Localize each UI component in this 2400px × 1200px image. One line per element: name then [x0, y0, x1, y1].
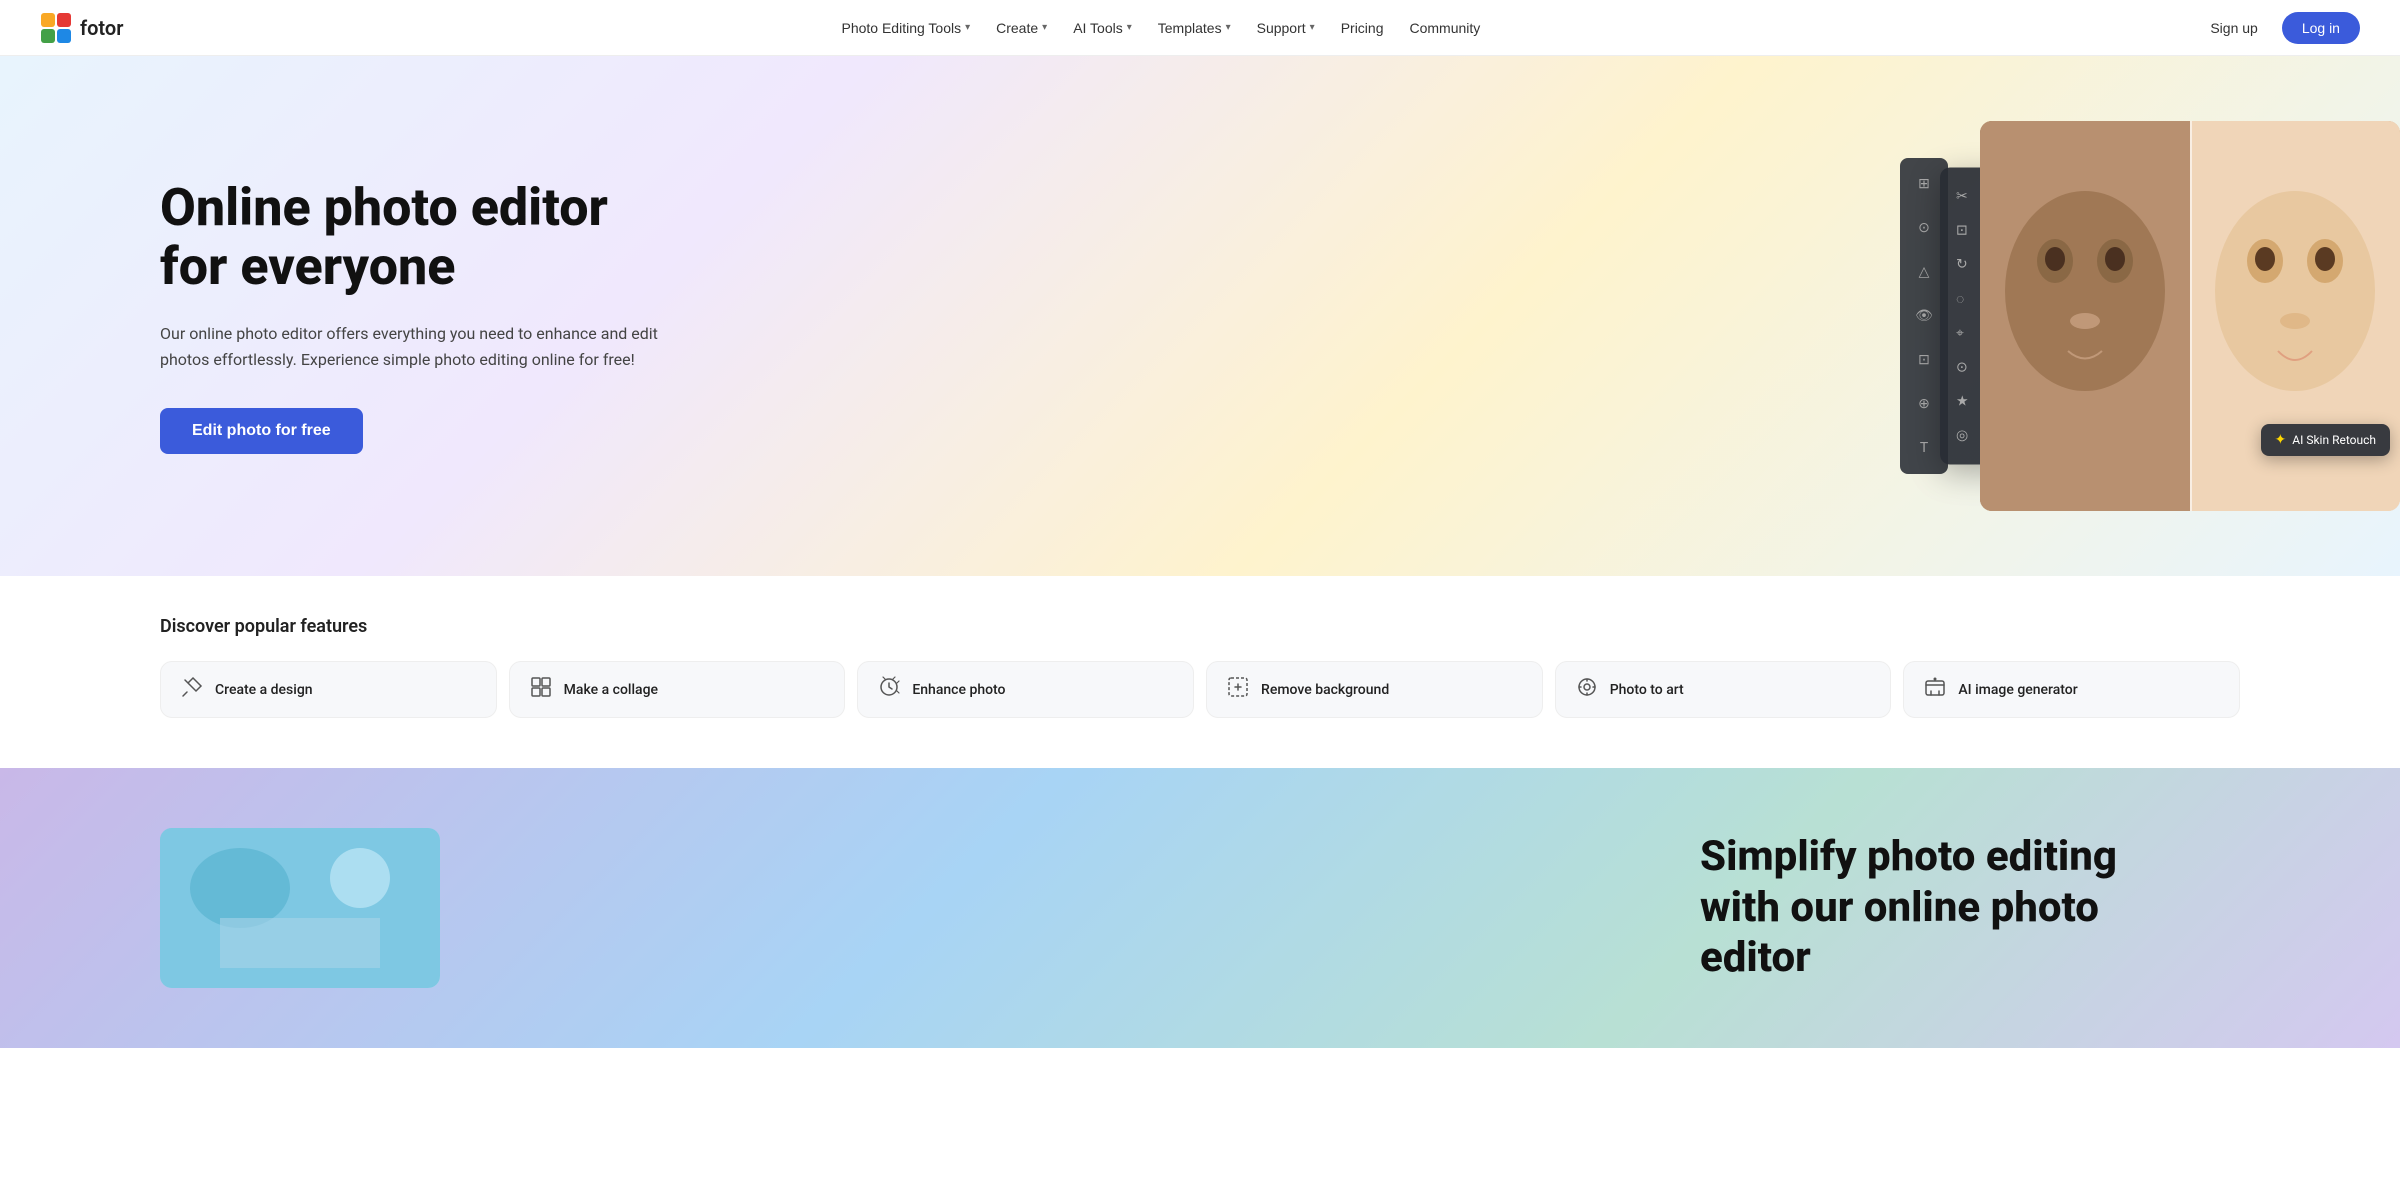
login-button[interactable]: Log in: [2282, 12, 2360, 44]
bottom-text-block: Simplify photo editing with our online p…: [1700, 832, 2200, 983]
hero-section: Online photo editor for everyone Our onl…: [0, 56, 2400, 576]
face-before-svg: [1980, 121, 2190, 511]
features-section: Discover popular features Create a desig…: [0, 576, 2400, 768]
photo-before: [1980, 121, 2190, 511]
nav-ai-tools[interactable]: AI Tools ▾: [1063, 14, 1142, 42]
eye-tool-icon[interactable]: 👁: [1910, 302, 1938, 330]
rotate-icon: ↻: [1956, 257, 1972, 273]
chevron-down-icon: ▾: [1310, 22, 1315, 33]
grid-tool-icon[interactable]: ⊞: [1910, 170, 1938, 198]
logo-text: fotor: [80, 16, 123, 40]
feature-ai-image-generator[interactable]: AI image generator: [1903, 661, 2240, 718]
feature-ai-image-generator-label: AI image generator: [1958, 682, 2077, 698]
resize-icon: ⊡: [1956, 223, 1972, 239]
people-tool-icon[interactable]: ⊕: [1910, 390, 1938, 418]
navbar: fotor Photo Editing Tools ▾ Create ▾ AI …: [0, 0, 2400, 56]
teeth-icon: ⊙: [1956, 360, 1972, 376]
feature-make-collage-label: Make a collage: [564, 682, 658, 698]
shape-tool-icon[interactable]: ⊡: [1910, 346, 1938, 374]
chevron-down-icon: ▾: [1042, 22, 1047, 33]
ai-star-icon: ✦: [2275, 432, 2287, 448]
enhance-photo-icon: [878, 676, 900, 703]
hero-title: Online photo editor for everyone: [160, 178, 660, 298]
text-tool-icon[interactable]: T: [1910, 434, 1938, 462]
feature-create-design-label: Create a design: [215, 682, 313, 698]
effects-icon: ★: [1956, 394, 1972, 410]
blush-icon: ◌: [1956, 291, 1972, 308]
bottom-preview-image: [160, 828, 440, 988]
create-design-icon: [181, 676, 203, 703]
nav-create[interactable]: Create ▾: [986, 14, 1057, 42]
feature-enhance-photo-label: Enhance photo: [912, 682, 1005, 698]
remove-background-icon: [1227, 676, 1249, 703]
nav-pricing[interactable]: Pricing: [1331, 14, 1394, 42]
hero-photo-container: ⊞ ⊙ △ 👁 ⊡ ⊕ T ✂ Crop ⊡ Resize ↻: [1880, 116, 2400, 516]
nav-photo-editing-tools[interactable]: Photo Editing Tools ▾: [831, 14, 980, 42]
bottom-section: Simplify photo editing with our online p…: [0, 768, 2400, 1048]
nav-templates[interactable]: Templates ▾: [1148, 14, 1241, 42]
nav-support[interactable]: Support ▾: [1247, 14, 1325, 42]
chevron-down-icon: ▾: [1127, 22, 1132, 33]
edit-photo-cta-button[interactable]: Edit photo for free: [160, 408, 363, 454]
ai-image-generator-icon: [1924, 676, 1946, 703]
feature-photo-to-art-label: Photo to art: [1610, 682, 1684, 698]
hero-content: Online photo editor for everyone Our onl…: [0, 118, 700, 515]
chevron-down-icon: ▾: [1226, 22, 1231, 33]
before-after-divider: [2190, 121, 2192, 511]
signup-button[interactable]: Sign up: [2198, 14, 2269, 42]
feature-enhance-photo[interactable]: Enhance photo: [857, 661, 1194, 718]
feature-create-design[interactable]: Create a design: [160, 661, 497, 718]
features-cards-container: Create a design Make a collage Enhance p…: [160, 661, 2240, 718]
logo[interactable]: fotor: [40, 12, 123, 44]
feature-remove-background-label: Remove background: [1261, 682, 1389, 698]
adjust-tool-icon[interactable]: ⊙: [1910, 214, 1938, 242]
reshape-icon: ⌖: [1956, 326, 1972, 342]
feature-make-collage[interactable]: Make a collage: [509, 661, 846, 718]
chevron-down-icon: ▾: [965, 22, 970, 33]
fotor-logo-icon: [40, 12, 72, 44]
magic-remove-icon: ◎: [1956, 428, 1972, 444]
filter-tool-icon[interactable]: △: [1910, 258, 1938, 286]
nav-actions: Sign up Log in: [2198, 12, 2360, 44]
crop-icon: ✂: [1956, 189, 1972, 205]
bottom-section-title: Simplify photo editing with our online p…: [1700, 832, 2200, 983]
feature-remove-background[interactable]: Remove background: [1206, 661, 1543, 718]
features-section-title: Discover popular features: [160, 616, 2240, 637]
bottom-preview-svg: [160, 828, 440, 988]
ai-skin-retouch-badge: ✦ AI Skin Retouch: [2261, 424, 2390, 456]
make-collage-icon: [530, 676, 552, 703]
feature-photo-to-art[interactable]: Photo to art: [1555, 661, 1892, 718]
hero-description: Our online photo editor offers everythin…: [160, 321, 660, 372]
hero-image-area: ⊞ ⊙ △ 👁 ⊡ ⊕ T ✂ Crop ⊡ Resize ↻: [1080, 56, 2400, 576]
nav-links: Photo Editing Tools ▾ Create ▾ AI Tools …: [831, 14, 1490, 42]
photo-to-art-icon: [1576, 676, 1598, 703]
nav-community[interactable]: Community: [1399, 14, 1490, 42]
